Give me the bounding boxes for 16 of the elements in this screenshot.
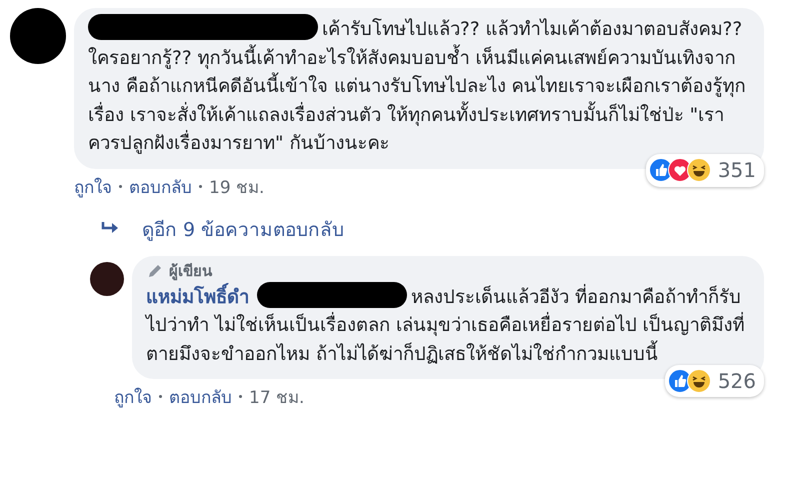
author-badge-label: ผู้เขียน: [169, 260, 212, 282]
like-link[interactable]: ถูกใจ: [74, 172, 112, 200]
avatar-circle[interactable]: [90, 262, 124, 296]
reaction-count: 351: [718, 157, 756, 184]
reaction-count: 526: [718, 368, 756, 394]
author-name-link[interactable]: แหม่มโพธิ์ดำ: [146, 284, 249, 312]
timestamp: 19 ชม.: [209, 176, 264, 200]
reply-link[interactable]: ตอบกลับ: [169, 383, 232, 410]
laughing-face-icon: [686, 158, 711, 182]
reply-link[interactable]: ตอบกลับ: [129, 172, 192, 200]
like-link[interactable]: ถูกใจ: [114, 383, 152, 410]
view-more-replies-link[interactable]: ดูอีก 9 ข้อความตอบกลับ: [142, 214, 344, 244]
laughing-face-icon: [686, 368, 711, 393]
reaction-summary[interactable]: 351: [646, 154, 764, 186]
reaction-summary[interactable]: 526: [664, 364, 764, 397]
timestamp: 17 ชม.: [249, 387, 304, 410]
